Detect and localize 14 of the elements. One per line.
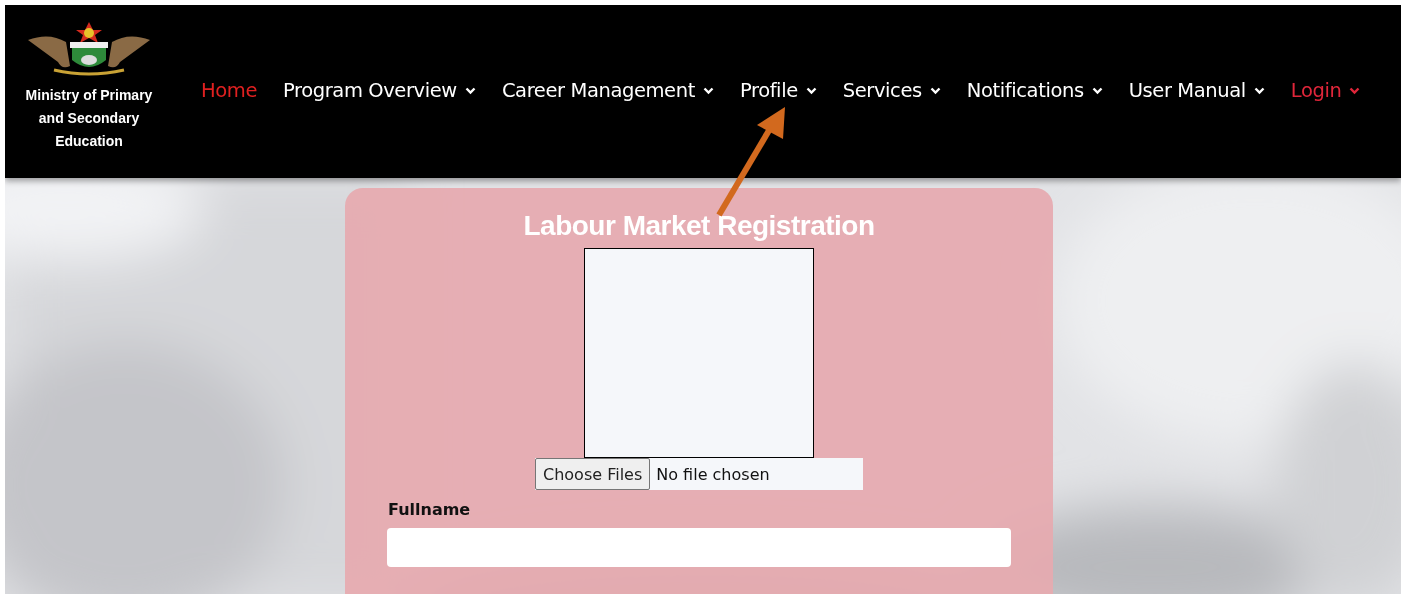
form-title: Labour Market Registration xyxy=(523,210,875,242)
nav-link[interactable]: Notifications xyxy=(966,79,1103,102)
nav-link[interactable]: Home xyxy=(201,79,257,102)
nav-link[interactable]: Login xyxy=(1290,79,1361,102)
field-label: Fullname xyxy=(388,500,472,519)
nav-link[interactable]: Services xyxy=(842,79,941,102)
nav-link[interactable]: User Manual xyxy=(1128,79,1265,102)
text-field[interactable] xyxy=(387,528,1011,567)
ministry-name: Ministry of Primary and Secondary Education xyxy=(24,86,154,151)
file-status: No file chosen xyxy=(656,464,770,484)
choose-files-button[interactable]: Choose Files xyxy=(535,458,651,490)
nav-link[interactable]: Career Management xyxy=(501,79,714,102)
nav-link[interactable]: Profile xyxy=(739,79,817,102)
nav-link[interactable]: Program Overview xyxy=(283,79,476,102)
